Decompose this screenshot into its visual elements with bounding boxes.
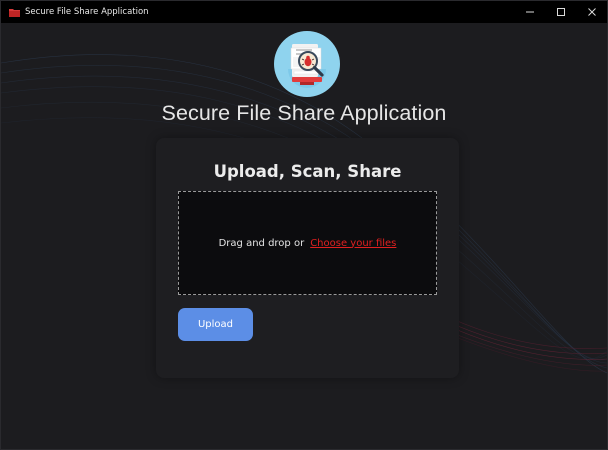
maximize-button[interactable]: [545, 1, 576, 23]
malware-scan-document-icon: [274, 31, 340, 97]
upload-card: Upload, Scan, Share Drag and drop or Cho…: [156, 138, 459, 378]
title-bar: Secure File Share Application: [1, 1, 607, 23]
app-window: Secure File Share Application Secure Fil…: [0, 0, 608, 450]
window-controls: [514, 1, 607, 23]
window-title: Secure File Share Application: [25, 7, 149, 17]
app-title: Secure File Share Application: [161, 101, 447, 125]
dropzone-text: Drag and drop or: [218, 237, 305, 249]
choose-files-link[interactable]: Choose your files: [310, 238, 396, 249]
file-dropzone[interactable]: Drag and drop or Choose your files: [178, 191, 437, 295]
maximize-icon: [556, 8, 565, 16]
minimize-button[interactable]: [514, 1, 545, 23]
minimize-icon: [525, 11, 534, 13]
app-folder-icon: [9, 8, 20, 17]
close-icon: [587, 8, 596, 16]
close-button[interactable]: [576, 1, 607, 23]
upload-button[interactable]: Upload: [178, 308, 253, 341]
card-title: Upload, Scan, Share: [213, 162, 402, 181]
